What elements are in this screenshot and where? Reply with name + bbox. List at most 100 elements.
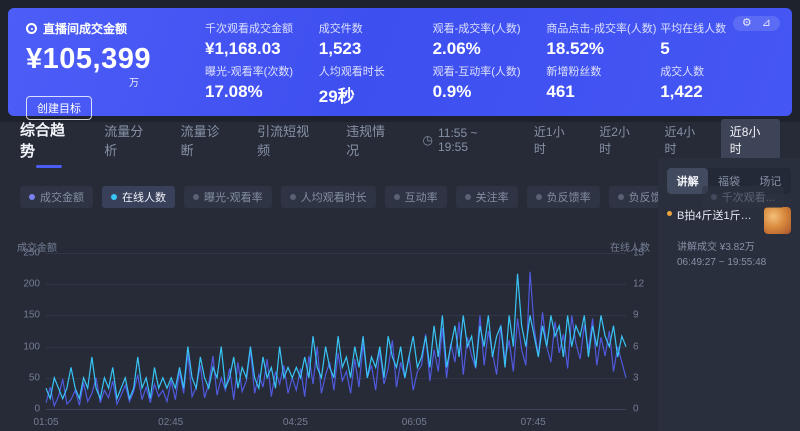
metric-value: 5 (660, 39, 774, 59)
metric-chip[interactable]: 在线人数 (102, 186, 175, 208)
chip-dot (193, 194, 199, 200)
metric-chip[interactable]: 负反馈率 (527, 186, 600, 208)
header-metric: 人均观看时长 29秒 (319, 63, 433, 107)
metric-value: 17.08% (205, 82, 319, 102)
right-axis-tick: 0 (633, 404, 639, 415)
time-buttons: 近1小时近2小时近4小时近8小时 (525, 119, 780, 161)
x-axis-label: 04:25 (283, 417, 308, 428)
chip-label: 互动率 (405, 189, 438, 205)
metric-label: 千次观看成交金额 (205, 20, 319, 36)
gridline (46, 409, 626, 410)
tab-引流短视频[interactable]: 引流短视频 (257, 113, 320, 167)
tab-row: 综合趋势流量分析流量诊断引流短视频违规情况 ◷ 11:55 ~ 19:55 近1… (0, 122, 800, 158)
x-axis-label: 07:45 (521, 417, 546, 428)
header-metric: 成交人数1,422 (660, 63, 774, 107)
header-metric: 千次观看成交金额 ¥1,168.03 (205, 20, 319, 59)
metric-chip[interactable]: 曝光-观看率 (184, 186, 272, 208)
time-button[interactable]: 近4小时 (655, 119, 714, 161)
right-axis-tick: 12 (633, 279, 644, 290)
left-axis-tick: 100 (23, 341, 40, 352)
chart-column: 成交金额在线人数曝光-观看率人均观看时长互动率关注率负反馈率负反馈次数千次观看.… (0, 158, 658, 431)
trend-panel: 综合趋势流量分析流量诊断引流短视频违规情况 ◷ 11:55 ~ 19:55 近1… (0, 122, 800, 431)
left-axis-tick: 200 (23, 279, 40, 290)
plot-area[interactable]: 25020015010050015129630 (46, 253, 626, 409)
primary-metric-value: ¥105,399 (26, 43, 191, 76)
time-range-text: 11:55 ~ 19:55 (438, 126, 509, 154)
item-bullet-dot (667, 211, 672, 216)
chip-label: 千次观看... (722, 189, 775, 205)
time-controls: ◷ 11:55 ~ 19:55 近1小时近2小时近4小时近8小时 (423, 119, 780, 161)
chip-dot (29, 194, 35, 200)
primary-metric: 直播间成交金额 ¥105,399 万 创建目标 (26, 20, 191, 106)
series-成交金额 (46, 272, 626, 406)
right-axis-tick: 6 (633, 341, 639, 352)
chip-dot (536, 194, 542, 200)
metric-chip[interactable]: 成交金额 (20, 186, 93, 208)
chip-dot (111, 194, 117, 200)
metric-chip[interactable]: 人均观看时长 (281, 186, 376, 208)
trend-icon[interactable]: ⊿ (762, 18, 771, 29)
metric-value: ¥1,168.03 (205, 39, 319, 59)
metric-chip[interactable]: 互动率 (385, 186, 447, 208)
time-button[interactable]: 近8小时 (721, 119, 780, 161)
x-axis-label: 06:05 (402, 417, 427, 428)
metric-value: 18.52% (546, 39, 660, 59)
tab-综合趋势[interactable]: 综合趋势 (20, 111, 78, 169)
time-button[interactable]: 近2小时 (590, 119, 649, 161)
metric-chip[interactable]: 关注率 (456, 186, 518, 208)
product-thumbnail (764, 207, 791, 234)
x-axis-labels: 01:0502:4504:2506:0507:45 (46, 417, 626, 431)
item-time-range: 06:49:27 ~ 19:55:48 (677, 257, 791, 268)
series-在线人数 (46, 274, 626, 399)
chip-dot (465, 194, 471, 200)
x-axis-label: 01:05 (33, 417, 58, 428)
chart-series-svg (46, 253, 626, 409)
right-axis-tick: 15 (633, 248, 644, 259)
metric-label: 商品点击-成交率(人数) (546, 20, 660, 36)
trend-chart: 成交金额 在线人数 25020015010050015129630 (0, 239, 658, 415)
header-metric: 观看-互动率(人数) 0.9% (433, 63, 547, 107)
chip-label: 在线人数 (122, 189, 166, 205)
chip-dot (290, 194, 296, 200)
header-metric: 成交件数 1,523 (319, 20, 433, 59)
tab-流量诊断[interactable]: 流量诊断 (181, 113, 231, 167)
metric-label: 人均观看时长 (319, 63, 433, 79)
chip-label: 成交金额 (40, 189, 84, 205)
metric-label: 观看-互动率(人数) (433, 63, 547, 79)
metric-value: 461 (546, 82, 660, 102)
metric-label: 成交件数 (319, 20, 433, 36)
metric-value: 1,523 (319, 39, 433, 59)
metric-label: 新增粉丝数 (546, 63, 660, 79)
right-axis-tick: 3 (633, 372, 639, 383)
tab-违规情况[interactable]: 违规情况 (346, 113, 396, 167)
chip-dot (394, 194, 400, 200)
chip-dot (618, 194, 624, 200)
chip-label: 曝光-观看率 (204, 189, 263, 205)
metric-value: 0.9% (433, 82, 547, 102)
header-metric-grid: 千次观看成交金额 ¥1,168.03成交件数 1,523观看-成交率(人数) 2.06… (191, 20, 774, 106)
primary-metric-title: 直播间成交金额 (26, 20, 191, 37)
time-button[interactable]: 近1小时 (525, 119, 584, 161)
header-metrics-card: 直播间成交金额 ¥105,399 万 创建目标 千次观看成交金额 ¥1,168.0… (8, 8, 792, 116)
explain-item-header: B拍4斤送1斤共35-4... (667, 207, 791, 234)
header-metric: 曝光-观看率(次数) 17.08% (205, 63, 319, 107)
primary-metric-label: 直播间成交金额 (43, 20, 127, 37)
gear-icon[interactable]: ⚙ (742, 18, 752, 29)
x-axis-label: 02:45 (158, 417, 183, 428)
metric-chip-row: 成交金额在线人数曝光-观看率人均观看时长互动率关注率负反馈率负反馈次数千次观看.… (0, 158, 658, 235)
left-axis-tick: 250 (23, 248, 40, 259)
right-axis-tick: 9 (633, 310, 639, 321)
metric-label: 观看-成交率(人数) (433, 20, 547, 36)
header-metric: 观看-成交率(人数) 2.06% (433, 20, 547, 59)
header-corner-actions: ⚙ ⊿ (733, 16, 780, 31)
chip-dot (711, 194, 717, 200)
metric-value: 29秒 (319, 82, 433, 107)
metric-label: 曝光-观看率(次数) (205, 63, 319, 79)
metric-value: 2.06% (433, 39, 547, 59)
metric-value: 1,422 (660, 82, 774, 102)
chip-label: 负反馈率 (547, 189, 591, 205)
explain-item[interactable]: B拍4斤送1斤共35-4...讲解成交 ¥3.82万06:49:27 ~ 19:… (667, 207, 791, 268)
metric-chip[interactable]: 千次观看... (702, 186, 784, 208)
target-ring-icon (26, 23, 37, 34)
tab-流量分析[interactable]: 流量分析 (104, 113, 154, 167)
